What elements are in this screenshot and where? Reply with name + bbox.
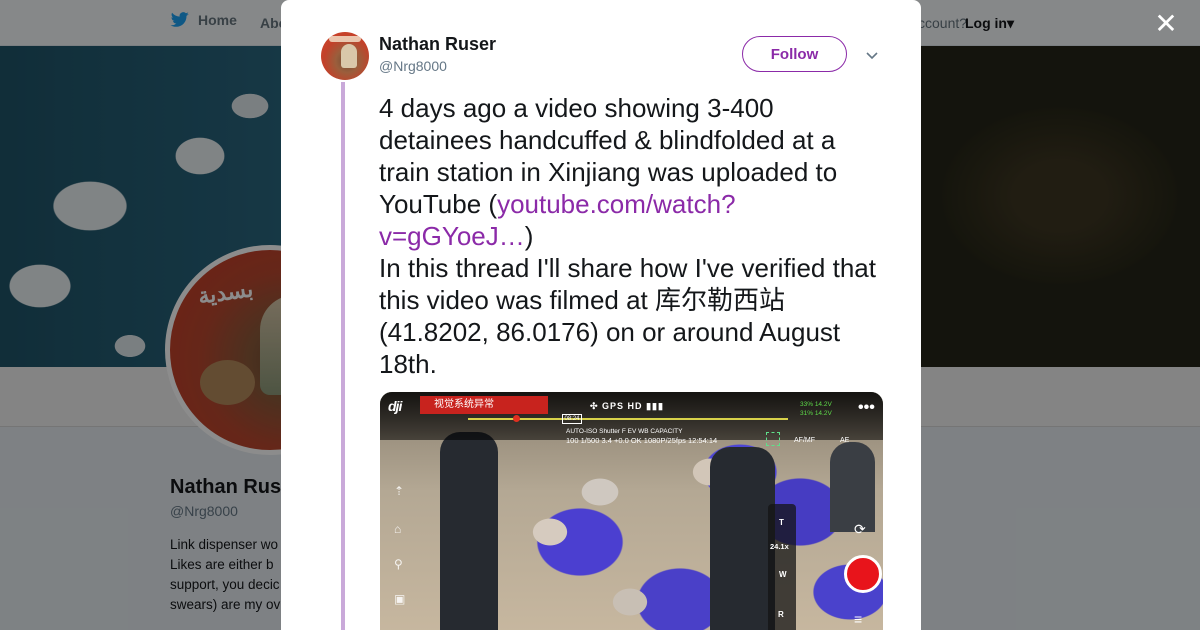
gps-label: GPS HD xyxy=(602,401,643,411)
avatar-person xyxy=(341,44,357,68)
tweet-media-video[interactable]: dji 视觉系统异常 08:24 ✣ GPS HD ▮▮▮ 33% 14.2V … xyxy=(380,392,883,630)
tweet-text-part: ) xyxy=(524,221,534,251)
ae-lock[interactable]: AE xyxy=(840,437,849,444)
chevron-down-icon[interactable] xyxy=(863,46,881,64)
guard-figure xyxy=(710,447,775,630)
tweet-modal: Nathan Ruser @Nrg8000 Follow 4 days ago … xyxy=(281,0,921,630)
avatar-script-art xyxy=(329,36,361,42)
focus-frame-icon xyxy=(766,432,780,446)
camera-icon[interactable]: ▣ xyxy=(394,592,410,606)
battery-readout: 33% 14.2V 31% 14.2V xyxy=(800,400,832,418)
switch-camera-icon[interactable]: ⟳ xyxy=(854,520,874,538)
track-position-dot xyxy=(513,415,520,422)
af-mf-toggle[interactable]: AF/MF xyxy=(794,437,815,444)
battery-top: 33% 14.2V xyxy=(800,401,832,408)
zoom-reset-label[interactable]: R xyxy=(778,610,784,619)
camera-values-row: 100 1/500 3.4 +0.0 OK 1080P/25fps 12:54:… xyxy=(566,436,718,445)
return-home-icon[interactable]: ⌂ xyxy=(394,522,410,536)
hud-status-icons: ✣ GPS HD ▮▮▮ xyxy=(590,401,664,411)
zoom-wide-label[interactable]: W xyxy=(779,570,787,579)
zoom-tele-label[interactable]: T xyxy=(779,518,784,527)
record-button[interactable] xyxy=(844,555,882,593)
tweet-author-handle[interactable]: @Nrg8000 xyxy=(379,58,447,74)
thread-line xyxy=(341,82,345,630)
tweet-author-name[interactable]: Nathan Ruser xyxy=(379,34,496,55)
tweet-text-part: In this thread I'll share how I've verif… xyxy=(379,253,876,379)
close-icon[interactable]: ✕ xyxy=(1152,10,1180,38)
vision-warning-badge: 视觉系统异常 xyxy=(420,396,548,414)
camera-mode-row: AUTO-ISO Shutter F EV WB CAPACITY xyxy=(566,428,683,435)
tweet-text: 4 days ago a video showing 3-400 detaine… xyxy=(379,92,889,380)
settings-sliders-icon[interactable]: ≡ xyxy=(854,610,874,628)
time-marker: 08:24 xyxy=(562,414,582,424)
more-options-icon[interactable]: ••• xyxy=(858,400,875,416)
guard-figure xyxy=(440,432,498,630)
takeoff-icon[interactable]: ⇡ xyxy=(394,484,410,498)
follow-button[interactable]: Follow xyxy=(742,36,847,72)
tweet-author-avatar[interactable] xyxy=(321,32,369,80)
zoom-level: 24.1x xyxy=(770,542,789,551)
dji-logo: dji xyxy=(388,398,402,414)
intelligent-flight-icon[interactable]: ⚲ xyxy=(394,557,410,571)
guard-figure xyxy=(830,442,875,532)
battery-bottom: 31% 14.2V xyxy=(800,410,832,417)
